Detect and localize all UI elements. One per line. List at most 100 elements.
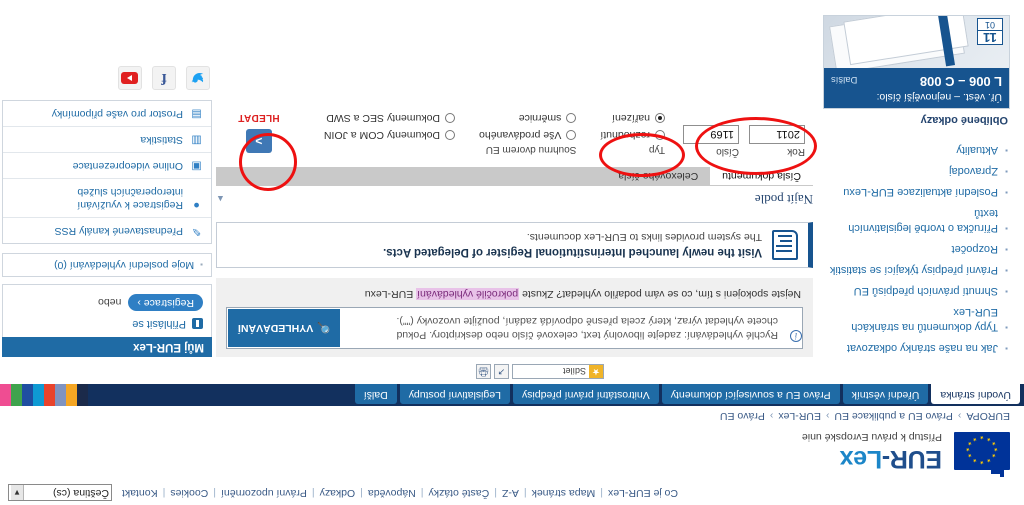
field-year-label: Rok [787,146,805,157]
banner-subtitle: The system provides links to EUR-Lex doc… [526,231,762,244]
find-by-section: Najít podle ▲ Čísla dokumentu Celexového… [216,99,817,210]
login-row[interactable]: Přihlásit se [11,318,203,330]
type-label: Typ [648,144,665,155]
bookmark-label: Sdílet [562,366,586,377]
breadcrumb-sep: › [825,410,830,422]
util-sep: | [420,487,424,499]
find-by-tabs: Čísla dokumentu Celexového čísla [216,167,813,186]
util-sep: | [494,487,497,499]
left-link-7[interactable]: Zpravodaj [949,165,998,177]
nav-tab-uredni-vestnik[interactable]: Úřední věstník [842,384,929,404]
site-header: ★ ★ ★ ★ ★ ★ ★ ★ ★ ★ ★ ★ EUR-Lex Přístup … [0,425,1024,481]
utility-link-4[interactable]: Nápověda [368,487,416,499]
radio-com-join[interactable]: Dokumenty COM a JOIN [324,129,456,141]
promo-banner[interactable]: Visit the newly launched Interinstitutio… [216,222,813,268]
left-link-4[interactable]: Rozpočet [952,243,998,255]
list-item[interactable]: ● Registrace k využívání interoperačních… [3,178,211,217]
nav-tab-pravo-eu[interactable]: Právo EU a související dokumenty [661,384,840,404]
type-radio-columns: Typ rozhodnutí nařízení Souhrnu dvorem E… [324,107,665,157]
utility-link-6[interactable]: Právní upozornění [221,487,307,499]
utility-link-3[interactable]: Časté otázky [429,487,490,499]
util-sep: | [311,487,315,499]
bookmark-share-widget[interactable]: ★ Sdílet [512,364,604,379]
left-link-list: Jak na naše stránky odkazovat Typy dokum… [817,142,1022,355]
year-input[interactable] [749,125,805,144]
chart-icon: ▥ [191,134,202,146]
share-icon[interactable]: ↗ [494,364,509,379]
search-hint-line1: Rychlé vyhledávání: zadejte libovolný te… [396,329,778,341]
breadcrumb-item-0[interactable]: EUROPA [966,410,1010,422]
find-by-go-button[interactable]: > [245,129,272,153]
site-logo-title[interactable]: EUR-Lex [802,445,942,473]
list-item[interactable]: ▤ Prostor pro vaše připomínky [3,101,211,126]
oj-card-line1: Úř. věst. – nejnovější číslo: [876,91,1002,103]
info-icon[interactable]: i [790,330,802,342]
left-link-0[interactable]: Jak na naše stránky odkazovat [847,342,998,354]
advanced-search-link[interactable]: pokročilé vyhledávání [416,288,520,300]
star-icon: ★ [589,365,603,378]
oj-card-day: 11 [983,30,997,45]
search-hint-line2: chcete vyhledat výraz, který zcela přesn… [396,315,778,327]
utility-link-0[interactable]: Co je EUR-Lex [608,487,678,499]
left-link-2[interactable]: Shrnutí právních předpisů EU [854,285,998,297]
right-link-3: Statistika [140,134,183,146]
list-item[interactable]: ✎ Přednastavené kanály RSS [3,217,211,243]
search-input[interactable]: Rychlé vyhledávání: zadejte libovolný te… [341,308,786,348]
left-link-6[interactable]: Poslední aktualizace EUR-Lexu [843,186,998,198]
oj-card-image: 11 01 [824,16,1009,68]
util-sep: | [523,487,527,499]
tab-cisla-dokumentu[interactable]: Čísla dokumentu [710,167,813,185]
utility-link-5[interactable]: Odkazy [320,487,356,499]
find-by-go-label: HLEDAT [238,112,280,123]
recent-searches-box[interactable]: ▪ Moje poslední vyhledávání (0) [2,253,212,277]
nav-tab-dalsi[interactable]: Další [354,384,397,404]
language-select[interactable]: Čeština (cs) ▼ [8,484,112,502]
oj-latest-card[interactable]: Úř. věst. – nejnovější číslo: L 006 – C … [823,15,1010,109]
utility-link-8[interactable]: Kontakt [122,487,158,499]
my-eurlex-box: Přihlásit se Registrace › nebo [2,284,212,337]
breadcrumb-item-2[interactable]: EUR-Lex [778,410,821,422]
radio-rozhodnuti[interactable]: rozhodnutí [600,129,665,141]
left-link-8[interactable]: Aktuality [956,144,998,156]
radio-smernice-label: směrnice [518,112,562,124]
radio-smernice[interactable]: směrnice [479,112,577,124]
utility-link-1[interactable]: Mapa stránek [532,487,596,499]
facebook-icon[interactable]: f [152,66,176,90]
col2-label: Souhrnu dvorem EU [485,144,577,155]
breadcrumb-item-1[interactable]: Právo EU a publikace EU [834,410,952,422]
left-link-1[interactable]: Typy dokumentů na stránkách EUR-Lex [851,306,998,333]
quick-search-panel: i Rychlé vyhledávání: zadejte libovolný … [216,278,813,357]
recent-searches-label: Moje poslední vyhledávání (0) [54,259,195,271]
search-button[interactable]: 🔍 VYHLEDÁVÁNÍ [228,309,341,347]
radio-rozhodnuti-label: rozhodnutí [600,129,650,141]
utility-link-7[interactable]: Cookies [170,487,208,499]
utility-link-2[interactable]: A-Z [502,487,519,499]
radio-vse-label: Vše prodávaného [479,129,562,141]
print-icon[interactable]: 🖨 [476,364,491,379]
nav-tab-uvodni-stranka[interactable]: Úvodní stránka [931,384,1020,404]
radio-vse-prodavaneho[interactable]: Vše prodávaného [479,129,577,141]
nav-tab-legislativni-postupy[interactable]: Legislativní postupy [399,384,510,404]
breadcrumb-item-3[interactable]: Právo EU [720,410,765,422]
left-link-3[interactable]: Právní předpisy týkající se statistik [830,264,998,276]
radio-sec-swd[interactable]: Dokumenty SEC a SWD [324,112,456,124]
document-icon [772,230,798,260]
find-by-header[interactable]: Najít podle ▲ [216,186,813,210]
twitter-icon[interactable] [186,66,210,90]
nav-tab-vnitrostatni[interactable]: Vnitrostátní právní předpisy [512,384,659,404]
util-sep: | [213,487,217,499]
rss-icon: ✎ [191,225,202,237]
number-input[interactable] [683,125,739,144]
list-item[interactable]: ▣ Online videoprezentace [3,152,211,178]
oj-card-more-link[interactable]: Dalšís [831,74,857,85]
radio-narizeni[interactable]: nařízení [600,112,665,124]
left-link-5[interactable]: Příručka o tvorbě legislativních textů [848,207,998,234]
type-column-1: Typ rozhodnutí nařízení [600,107,665,155]
list-item[interactable]: ▥ Statistika [3,126,211,152]
col3-spacer [324,144,455,155]
chevron-up-icon[interactable]: ▲ [216,194,225,204]
youtube-icon[interactable] [118,66,142,90]
register-button[interactable]: Registrace › [128,294,203,311]
field-year: Rok [749,125,805,157]
tab-celexove-cislo[interactable]: Celexového čísla [606,167,711,185]
